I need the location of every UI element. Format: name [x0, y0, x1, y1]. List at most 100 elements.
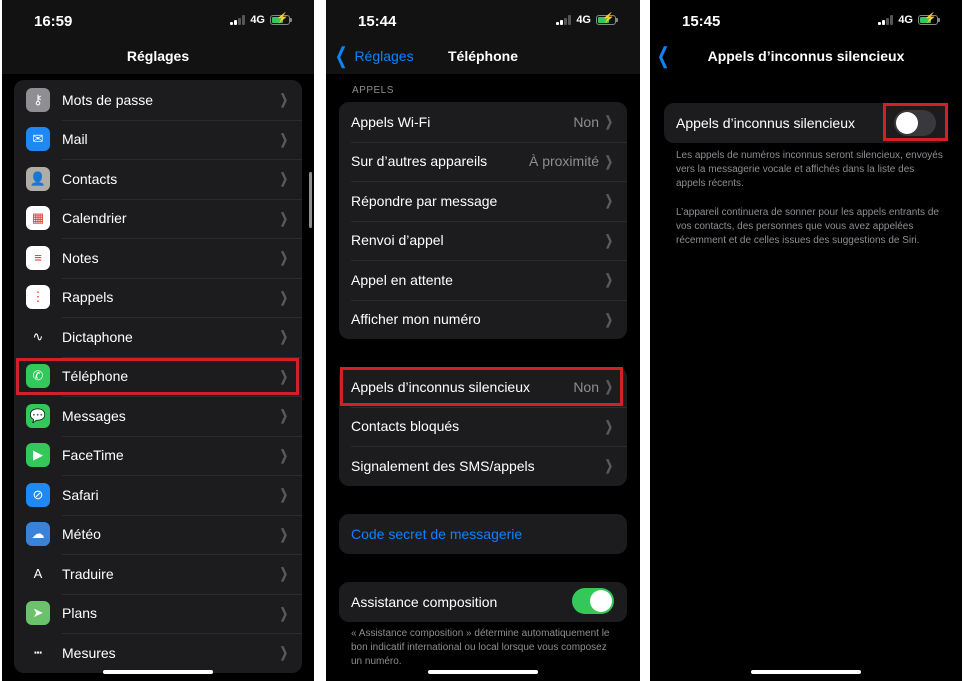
chevron-right-icon: ❯ — [280, 288, 289, 305]
phone-setting-row[interactable]: Signalement des SMS/appels ❯ — [339, 446, 627, 486]
phone-setting-label: Appel en attente — [351, 271, 453, 288]
page-title: Appels d’inconnus silencieux — [707, 48, 905, 64]
settings-item-label: Contacts — [62, 170, 118, 187]
settings-item[interactable]: ┅ Mesures ❯ — [14, 633, 302, 673]
settings-item[interactable]: ▶ FaceTime ❯ — [14, 435, 302, 476]
phone-setting-value: Non — [573, 113, 599, 130]
silence-toggle-group: Appels d’inconnus silencieux — [664, 103, 948, 143]
chevron-right-icon: ❯ — [280, 170, 289, 187]
settings-item-label: Mots de passe — [62, 91, 154, 108]
silence-toggle-row: Appels d’inconnus silencieux — [664, 103, 948, 143]
chevron-right-icon: ❯ — [280, 328, 289, 345]
silence-footnote-1: Les appels de numéros inconnus seront si… — [676, 150, 943, 189]
chevron-right-icon: ❯ — [280, 565, 289, 582]
status-time: 15:44 — [358, 13, 397, 30]
status-time: 16:59 — [34, 13, 73, 30]
section-header-appels: APPELS — [352, 85, 394, 96]
chevron-right-icon: ❯ — [280, 91, 289, 108]
measure-icon: ┅ — [26, 640, 50, 665]
nav-bar: ❮ Réglages Téléphone — [326, 42, 640, 74]
silence-footnote-2: L’appareil continuera de sonner pour les… — [676, 207, 939, 246]
status-bar: 16:59 4G ⚡ — [2, 0, 314, 42]
chevron-right-icon: ❯ — [605, 271, 614, 288]
phone-setting-row[interactable]: Afficher mon numéro ❯ — [339, 299, 627, 340]
calendar-icon: ▦ — [26, 206, 50, 231]
phone-setting-row[interactable]: Renvoi d’appel ❯ — [339, 220, 627, 261]
signal-icon — [556, 15, 572, 25]
page-title: Téléphone — [447, 48, 518, 64]
settings-item-label: Météo — [62, 526, 101, 543]
settings-item-label: Téléphone — [62, 368, 129, 385]
home-indicator[interactable] — [103, 670, 213, 674]
phone-icon: ✆ — [26, 364, 50, 389]
chevron-right-icon: ❯ — [280, 644, 289, 661]
settings-item[interactable]: A Traduire ❯ — [14, 554, 302, 594]
settings-item-label: Notes — [62, 249, 99, 266]
settings-item[interactable]: 👤 Contacts ❯ — [14, 159, 302, 199]
settings-item[interactable]: ≡ Notes ❯ — [14, 238, 302, 278]
phone-setting-row[interactable]: Sur d’autres appareils À proximité ❯ — [339, 141, 627, 182]
voicemail-password-link[interactable]: Code secret de messagerie — [339, 514, 627, 554]
chevron-right-icon: ❯ — [280, 446, 289, 463]
phone-settings-screen: 15:44 4G ⚡ ❮ Réglages Téléphone APPELS A… — [326, 0, 640, 681]
mail-icon: ✉ — [26, 127, 50, 152]
home-indicator[interactable] — [428, 670, 538, 674]
messages-icon: 💬 — [26, 403, 50, 428]
settings-item-label: Calendrier — [62, 210, 127, 227]
settings-item[interactable]: 💬 Messages ❯ — [14, 396, 302, 436]
settings-item[interactable]: ∿ Dictaphone ❯ — [14, 317, 302, 357]
contacts-icon: 👤 — [26, 166, 50, 191]
dial-assist-label: Assistance composition — [351, 593, 498, 610]
settings-item-label: Dictaphone — [62, 328, 133, 345]
dial-assist-footnote: « Assistance composition » détermine aut… — [351, 628, 610, 667]
settings-item[interactable]: ➤ Plans ❯ — [14, 593, 302, 634]
dial-assist-group: Assistance composition — [339, 582, 627, 622]
phone-setting-value: Non — [573, 378, 599, 395]
silence-unknown-toggle[interactable] — [894, 110, 936, 136]
silence-toggle-label: Appels d’inconnus silencieux — [676, 114, 855, 131]
chevron-right-icon: ❯ — [605, 152, 614, 169]
battery-icon: ⚡ — [596, 13, 618, 25]
settings-item[interactable]: ✉ Mail ❯ — [14, 119, 302, 160]
phone-setting-row[interactable]: Contacts bloqués ❯ — [339, 406, 627, 447]
dial-assist-row: Assistance composition — [339, 582, 627, 622]
chevron-right-icon: ❯ — [280, 130, 289, 147]
settings-item-label: FaceTime — [62, 447, 124, 464]
silence-unknown-screen: 15:45 4G ⚡ ❮ Appels d’inconnus silencieu… — [650, 0, 962, 681]
nav-bar: ❮ Appels d’inconnus silencieux — [650, 42, 962, 74]
phone-setting-value: À proximité — [528, 153, 599, 170]
settings-item-label: Safari — [62, 486, 99, 503]
settings-item-label: Mail — [62, 131, 88, 148]
settings-item[interactable]: ⊘ Safari ❯ — [14, 475, 302, 515]
home-indicator[interactable] — [751, 670, 861, 674]
settings-item[interactable]: ⚷ Mots de passe ❯ — [14, 80, 302, 120]
chevron-right-icon: ❯ — [280, 249, 289, 266]
phone-setting-label: Répondre par message — [351, 192, 498, 209]
phone-setting-label: Appels d’inconnus silencieux — [351, 378, 530, 395]
settings-item[interactable]: ⋮ Rappels ❯ — [14, 277, 302, 318]
signal-icon — [230, 15, 246, 25]
settings-screen: 16:59 4G ⚡ Réglages ⚷ Mots de passe ❯ ✉ Mail… — [2, 0, 314, 681]
settings-item[interactable]: ✆ Téléphone ❯ — [14, 356, 302, 397]
phone-setting-row[interactable]: Appels Wi-Fi Non ❯ — [339, 102, 627, 142]
settings-list: ⚷ Mots de passe ❯ ✉ Mail ❯ 👤 Contacts ❯ ▦ Calendri… — [14, 80, 302, 673]
notes-icon: ≡ — [26, 245, 50, 270]
chevron-right-icon: ❯ — [605, 231, 614, 248]
status-time: 15:45 — [682, 13, 721, 30]
voice-memos-icon: ∿ — [26, 324, 50, 349]
settings-item[interactable]: ☁ Météo ❯ — [14, 514, 302, 555]
chevron-right-icon: ❯ — [605, 113, 614, 130]
settings-item-label: Plans — [62, 605, 98, 622]
phone-setting-row[interactable]: Répondre par message ❯ — [339, 181, 627, 221]
reminders-icon: ⋮ — [26, 285, 50, 310]
chevron-right-icon: ❯ — [605, 457, 614, 474]
dial-assist-toggle[interactable] — [572, 588, 614, 614]
chevron-right-icon: ❯ — [605, 378, 614, 395]
phone-setting-row[interactable]: Appel en attente ❯ — [339, 260, 627, 300]
settings-item-label: Traduire — [62, 565, 114, 582]
scrollbar[interactable] — [309, 172, 312, 228]
phone-setting-row[interactable]: Appels d’inconnus silencieux Non ❯ — [339, 367, 627, 407]
chevron-right-icon: ❯ — [280, 209, 289, 226]
settings-item[interactable]: ▦ Calendrier ❯ — [14, 198, 302, 239]
facetime-icon: ▶ — [26, 443, 50, 468]
